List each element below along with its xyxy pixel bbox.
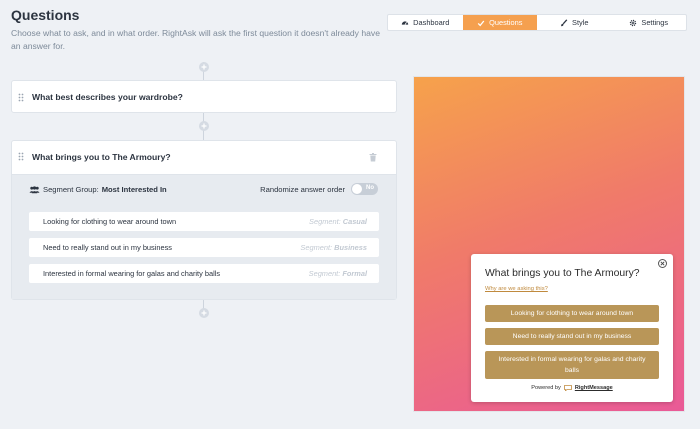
randomize-label: Randomize answer order — [260, 184, 345, 194]
answer-segment: Segment: Business — [300, 243, 367, 252]
answer-row[interactable]: Need to really stand out in my business … — [29, 238, 379, 257]
tab-style[interactable]: Style — [537, 15, 612, 30]
randomize-control: Randomize answer order No — [260, 183, 378, 195]
tab-settings[interactable]: Settings — [612, 15, 687, 30]
popup-question: What brings you to The Armoury? — [485, 268, 640, 279]
check-icon — [477, 20, 485, 26]
toggle-label: No — [366, 185, 374, 191]
question-text: What brings you to The Armoury? — [32, 152, 171, 162]
powered-by: Powered by RightMessage — [471, 385, 673, 391]
tab-label: Settings — [641, 18, 669, 27]
segment-group-label: Segment Group: — [43, 185, 99, 194]
answer-segment: Segment: Formal — [308, 269, 367, 278]
plus-icon — [201, 123, 207, 129]
tab-label: Questions — [489, 18, 523, 27]
why-link[interactable]: Why are we asking this? — [485, 286, 548, 292]
question-text: What best describes your wardrobe? — [32, 92, 183, 102]
question-card-expanded[interactable]: What brings you to The Armoury? Segment … — [11, 140, 397, 300]
tab-questions[interactable]: Questions — [462, 15, 537, 30]
add-question-button[interactable] — [199, 308, 209, 318]
segment-group: Segment Group: Most Interested In — [29, 185, 167, 194]
answer-text: Need to really stand out in my business — [43, 243, 172, 252]
answer-text: Interested in formal wearing for galas a… — [43, 269, 221, 278]
answer-row[interactable]: Interested in formal wearing for galas a… — [29, 264, 379, 283]
rightmessage-logo-icon — [563, 385, 572, 391]
powered-by-label: Powered by — [531, 385, 561, 391]
question-card[interactable]: What best describes your wardrobe? — [11, 80, 397, 113]
tab-label: Style — [572, 18, 589, 27]
popup-answer-button[interactable]: Need to really stand out in my business — [485, 328, 659, 345]
answer-text: Looking for clothing to wear around town — [43, 217, 177, 226]
popup-answer-button[interactable]: Looking for clothing to wear around town — [485, 305, 659, 322]
question-popup: What brings you to The Armoury? Why are … — [471, 254, 673, 402]
plus-icon — [201, 64, 207, 70]
answer-segment: Segment: Casual — [309, 217, 367, 226]
tab-bar: Dashboard Questions Style Settings — [387, 14, 687, 31]
page-subtitle: Choose what to ask, and in what order. R… — [11, 28, 380, 51]
randomize-toggle[interactable]: No — [351, 183, 378, 195]
add-question-button[interactable] — [199, 62, 209, 72]
users-icon — [29, 185, 40, 193]
tab-dashboard[interactable]: Dashboard — [388, 15, 463, 30]
brand-link[interactable]: RightMessage — [575, 385, 613, 391]
trash-icon[interactable] — [369, 153, 377, 162]
gear-icon — [630, 19, 637, 26]
plus-icon — [201, 310, 207, 316]
page-title: Questions — [11, 7, 80, 23]
segment-group-value[interactable]: Most Interested In — [102, 185, 167, 194]
add-question-button[interactable] — [199, 121, 209, 131]
preview-panel: What brings you to The Armoury? Why are … — [413, 76, 685, 412]
segment-panel: Segment Group: Most Interested In Random… — [12, 174, 396, 299]
dashboard-icon — [401, 20, 409, 25]
close-icon[interactable] — [658, 259, 667, 268]
drag-handle-icon[interactable] — [18, 93, 24, 102]
toggle-knob — [352, 184, 362, 194]
drag-handle-icon[interactable] — [18, 152, 24, 161]
answer-row[interactable]: Looking for clothing to wear around town… — [29, 212, 379, 231]
brush-icon — [561, 18, 568, 26]
popup-answer-button[interactable]: Interested in formal wearing for galas a… — [485, 351, 659, 379]
tab-label: Dashboard — [413, 18, 450, 27]
